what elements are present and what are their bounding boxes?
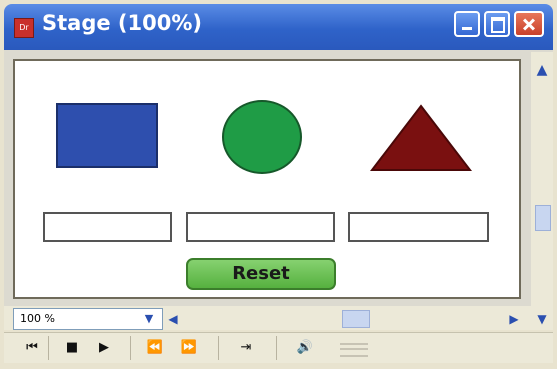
divider <box>218 336 219 360</box>
app-icon: Dr <box>14 18 34 38</box>
divider <box>130 336 131 360</box>
step-forward-icon[interactable]: ⏩ <box>178 338 200 358</box>
vertical-scrollbar[interactable] <box>531 52 553 306</box>
green-circle-shape[interactable] <box>222 100 302 174</box>
reset-button[interactable]: Reset <box>186 258 336 290</box>
close-button[interactable] <box>514 11 544 37</box>
volume-slider[interactable] <box>340 343 368 357</box>
scroll-right-icon[interactable]: ▶ <box>507 309 521 329</box>
loop-icon[interactable]: ⇥ <box>232 338 260 358</box>
playback-controller <box>4 332 553 363</box>
step-back-icon[interactable]: ⏪ <box>144 338 166 358</box>
horizontal-scroll-thumb[interactable] <box>342 310 370 328</box>
divider <box>48 336 49 360</box>
divider <box>276 336 277 360</box>
rewind-icon[interactable]: ⏮ <box>22 338 42 358</box>
vertical-scroll-thumb[interactable] <box>535 205 551 231</box>
play-icon[interactable]: ▶ <box>94 338 114 358</box>
chevron-down-icon[interactable]: ▼ <box>139 310 159 328</box>
minimize-button[interactable] <box>454 11 480 37</box>
scroll-left-icon[interactable]: ◀ <box>166 309 180 329</box>
scroll-down-icon[interactable]: ▼ <box>533 309 551 329</box>
maximize-button[interactable] <box>484 11 510 37</box>
blue-rectangle-shape[interactable] <box>56 103 158 168</box>
window-title: Stage (100%) <box>42 11 202 35</box>
rectangle-text-field[interactable] <box>43 212 172 242</box>
stop-icon[interactable]: ■ <box>62 338 82 358</box>
red-triangle-shape[interactable] <box>370 104 472 172</box>
stage-window: Dr Stage (100%) Reset ▲ 100 % ▼ ◀ ▶ ▼ ⏮ … <box>0 0 557 369</box>
scroll-up-icon[interactable]: ▲ <box>533 60 551 80</box>
circle-text-field[interactable] <box>186 212 335 242</box>
volume-icon[interactable]: 🔊 <box>292 338 318 358</box>
triangle-text-field[interactable] <box>348 212 489 242</box>
